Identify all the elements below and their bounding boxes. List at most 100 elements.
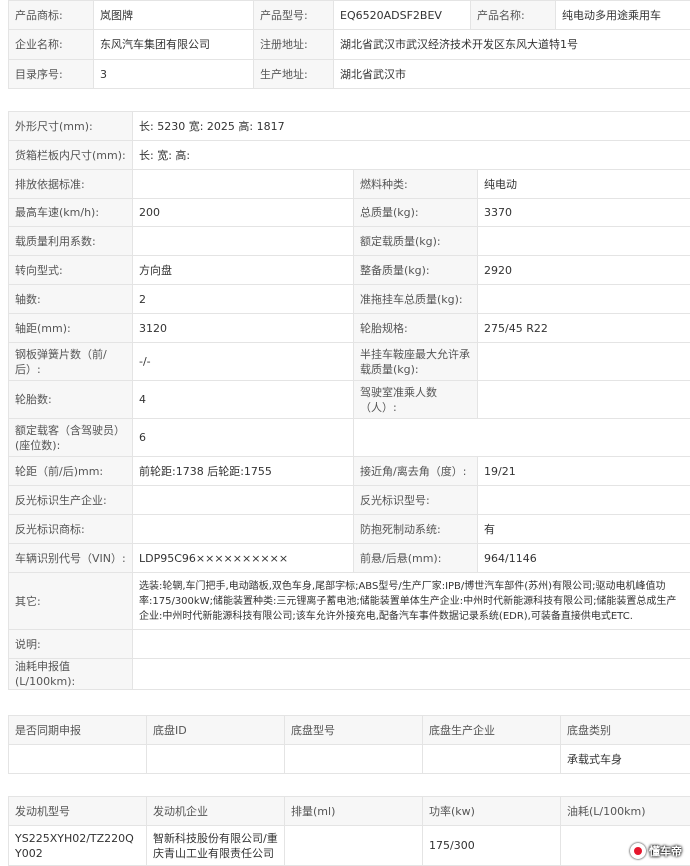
max-speed-label: 最高车速(km/h):: [9, 199, 133, 227]
reflect-brand-label: 反光标识商标:: [9, 515, 133, 544]
chassis-header: 底盘型号: [285, 716, 423, 745]
emission-value: [133, 170, 354, 199]
chassis-header: 底盘生产企业: [423, 716, 561, 745]
product-info-table: 产品商标: 岚图牌 产品型号: EQ6520ADSF2BEV 产品名称: 纯电动…: [8, 0, 690, 89]
angle-label: 接近角/离去角（度）:: [354, 457, 478, 486]
brand-value: 岚图牌: [94, 1, 254, 30]
other-label: 其它:: [9, 573, 133, 630]
dims-value: 长: 5230 宽: 2025 高: 1817: [133, 112, 690, 141]
reg-address-value: 湖北省武汉市武汉经济技术开发区东风大道特1号: [334, 30, 690, 60]
engine-table: 发动机型号 发动机企业 排量(ml) 功率(kw) 油耗(L/100km) YS…: [8, 796, 690, 866]
spring-value: -/-: [133, 343, 354, 381]
engine-displacement-cell: [285, 826, 423, 866]
fuel-type-value: 纯电动: [478, 170, 690, 199]
note-label: 说明:: [9, 630, 133, 659]
other-value: 选装:轮辋,车门把手,电动踏板,双色车身,尾部字标;ABS型号/生产厂家:IPB…: [133, 573, 690, 630]
overhang-value: 964/1146: [478, 544, 690, 573]
engine-header: 发动机企业: [147, 797, 285, 826]
track-label: 轮距（前/后)mm:: [9, 457, 133, 486]
spring-label: 钢板弹簧片数（前/后）:: [9, 343, 133, 381]
engine-header: 功率(kw): [423, 797, 561, 826]
trailer-mass-value: [478, 285, 690, 314]
cab-seats-value: [478, 381, 690, 419]
load-coef-value: [133, 227, 354, 256]
reflect-company-label: 反光标识生产企业:: [9, 486, 133, 515]
catalog-label: 目录序号:: [9, 60, 94, 89]
reflect-model-label: 反光标识型号:: [354, 486, 478, 515]
reflect-company-value: [133, 486, 354, 515]
engine-header: 发动机型号: [9, 797, 147, 826]
seats-label: 额定载客（含驾驶员）(座位数):: [9, 419, 133, 457]
brand-label: 产品商标:: [9, 1, 94, 30]
reflect-brand-value: [133, 515, 354, 544]
steering-value: 方向盘: [133, 256, 354, 285]
vin-value: LDP95C96××××××××××: [133, 544, 354, 573]
max-speed-value: 200: [133, 199, 354, 227]
tires-count-value: 4: [133, 381, 354, 419]
watermark: 懂车帝: [630, 843, 682, 859]
rated-load-label: 额定载质量(kg):: [354, 227, 478, 256]
chassis-table: 是否同期申报 底盘ID 底盘型号 底盘生产企业 底盘类别 承载式车身: [8, 715, 690, 774]
reflect-model-value: [478, 486, 690, 515]
chassis-header: 底盘类别: [561, 716, 690, 745]
chassis-cell: [147, 745, 285, 774]
abs-label: 防抱死制动系统:: [354, 515, 478, 544]
empty-cell: [354, 419, 690, 457]
prod-address-label: 生产地址:: [254, 60, 334, 89]
tire-spec-value: 275/45 R22: [478, 314, 690, 343]
wheelbase-value: 3120: [133, 314, 354, 343]
engine-header: 排量(ml): [285, 797, 423, 826]
angle-value: 19/21: [478, 457, 690, 486]
product-name-value: 纯电动多用途乘用车: [556, 1, 690, 30]
dims-label: 外形尺寸(mm):: [9, 112, 133, 141]
fuel-consumption-label: 油耗申报值(L/100km):: [9, 659, 133, 690]
load-coef-label: 载质量利用系数:: [9, 227, 133, 256]
seats-value: 6: [133, 419, 354, 457]
tire-spec-label: 轮胎规格:: [354, 314, 478, 343]
catalog-value: 3: [94, 60, 254, 89]
model-label: 产品型号:: [254, 1, 334, 30]
chassis-header: 底盘ID: [147, 716, 285, 745]
chassis-cell: [285, 745, 423, 774]
dongchedi-logo-icon: [630, 843, 646, 859]
model-value: EQ6520ADSF2BEV: [334, 1, 471, 30]
chassis-cell: [9, 745, 147, 774]
axles-label: 轴数:: [9, 285, 133, 314]
total-mass-value: 3370: [478, 199, 690, 227]
cargo-label: 货箱栏板内尺寸(mm):: [9, 141, 133, 170]
trailer-mass-label: 准拖挂车总质量(kg):: [354, 285, 478, 314]
chassis-cell: [423, 745, 561, 774]
engine-header: 油耗(L/100km): [561, 797, 690, 826]
rated-load-value: [478, 227, 690, 256]
cargo-value: 长: 宽: 高:: [133, 141, 690, 170]
fuel-consumption-value: [133, 659, 690, 690]
fuel-type-label: 燃料种类:: [354, 170, 478, 199]
engine-model-cell: YS225XYH02/TZ220QY002: [9, 826, 147, 866]
axles-value: 2: [133, 285, 354, 314]
wheelbase-label: 轴距(mm):: [9, 314, 133, 343]
watermark-text: 懂车帝: [649, 843, 682, 859]
prod-address-value: 湖北省武汉市: [334, 60, 690, 89]
steering-label: 转向型式:: [9, 256, 133, 285]
engine-company-cell: 智新科技股份有限公司/重庆青山工业有限责任公司: [147, 826, 285, 866]
curb-mass-value: 2920: [478, 256, 690, 285]
company-label: 企业名称:: [9, 30, 94, 60]
chassis-header: 是否同期申报: [9, 716, 147, 745]
company-value: 东风汽车集团有限公司: [94, 30, 254, 60]
saddle-value: [478, 343, 690, 381]
reg-address-label: 注册地址:: [254, 30, 334, 60]
track-value: 前轮距:1738 后轮距:1755: [133, 457, 354, 486]
product-name-label: 产品名称:: [471, 1, 556, 30]
engine-power-cell: 175/300: [423, 826, 561, 866]
emission-label: 排放依据标准:: [9, 170, 133, 199]
abs-value: 有: [478, 515, 690, 544]
saddle-label: 半挂车鞍座最大允许承载质量(kg):: [354, 343, 478, 381]
total-mass-label: 总质量(kg):: [354, 199, 478, 227]
overhang-label: 前悬/后悬(mm):: [354, 544, 478, 573]
curb-mass-label: 整备质量(kg):: [354, 256, 478, 285]
chassis-cell: 承载式车身: [561, 745, 690, 774]
cab-seats-label: 驾驶室准乘人数（人）:: [354, 381, 478, 419]
specs-table: 外形尺寸(mm): 长: 5230 宽: 2025 高: 1817 货箱栏板内尺…: [8, 111, 690, 690]
vin-label: 车辆识别代号（VIN）:: [9, 544, 133, 573]
note-value: [133, 630, 690, 659]
